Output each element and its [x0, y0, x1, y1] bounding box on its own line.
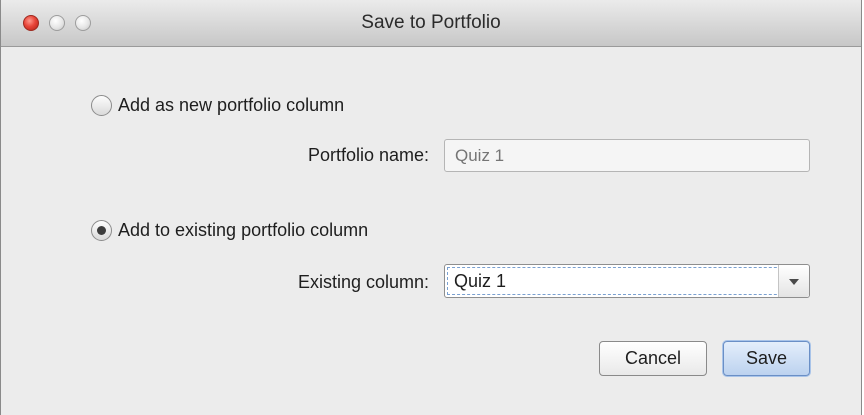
new-column-label[interactable]: Add as new portfolio column [118, 95, 344, 116]
save-to-portfolio-dialog: Save to Portfolio Add as new portfolio c… [0, 0, 862, 415]
chevron-down-icon[interactable] [778, 265, 809, 297]
existing-column-radio[interactable] [91, 219, 112, 241]
save-button[interactable]: Save [723, 341, 810, 376]
existing-column-label[interactable]: Add to existing portfolio column [118, 220, 368, 241]
existing-column-select-value: Quiz 1 [454, 271, 507, 291]
new-column-option[interactable]: Add as new portfolio column [91, 92, 344, 118]
existing-column-field-label: Existing column: [297, 272, 429, 292]
existing-column-option[interactable]: Add to existing portfolio column [91, 217, 368, 243]
portfolio-name-label: Portfolio name: [307, 145, 429, 165]
window-title: Save to Portfolio [361, 12, 501, 33]
radio-selected-dot [97, 225, 106, 235]
existing-column-select[interactable]: Quiz 1 [444, 264, 810, 298]
new-column-radio[interactable] [91, 94, 112, 116]
title-bar[interactable]: Save to Portfolio [1, 0, 861, 47]
portfolio-name-input[interactable] [444, 139, 810, 172]
cancel-button[interactable]: Cancel [599, 341, 707, 376]
